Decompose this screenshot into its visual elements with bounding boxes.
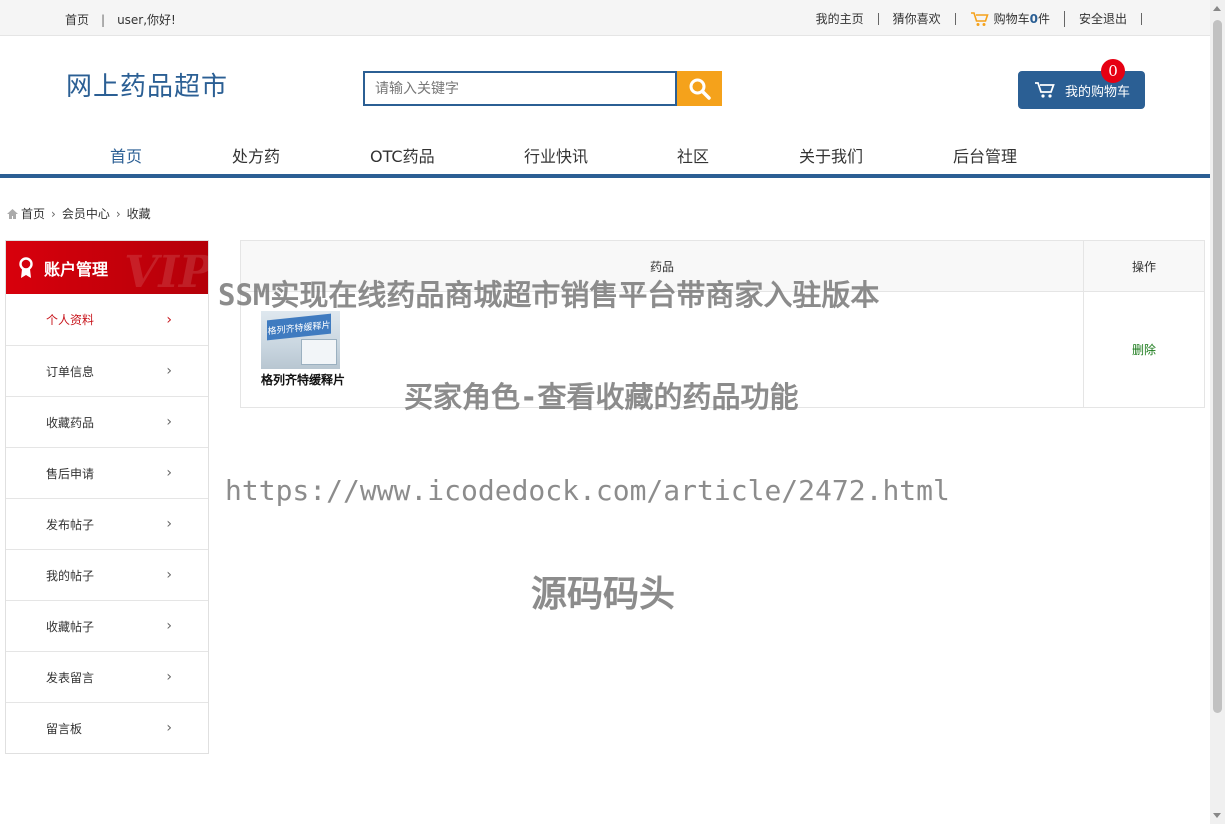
- sidebar-item-label: 发表留言: [46, 670, 95, 685]
- column-header-action: 操作: [1083, 240, 1205, 292]
- chevron-right-icon: ›: [51, 206, 56, 221]
- user-greeting: user,你好!: [117, 13, 176, 27]
- search-icon: [689, 78, 711, 100]
- breadcrumb: 首页 › 会员中心 › 收藏: [6, 205, 151, 222]
- sidebar-item-profile[interactable]: 个人资料 ›: [6, 294, 208, 345]
- main-nav: 首页 处方药 OTC药品 行业快讯 社区 关于我们 后台管理: [0, 133, 1210, 178]
- watermark-brand: 源码码头: [531, 574, 676, 615]
- top-cart-label: 购物车: [993, 12, 1030, 26]
- top-cart-suffix: 件: [1037, 12, 1050, 26]
- action-cell: 删除: [1083, 291, 1205, 408]
- top-cart-link[interactable]: 购物车 0 件: [956, 11, 1065, 27]
- search-bar: [363, 71, 722, 106]
- chevron-right-icon: ›: [166, 618, 172, 634]
- nav-prescription[interactable]: 处方药: [232, 143, 280, 167]
- chevron-right-icon: ›: [166, 311, 172, 328]
- chevron-right-icon: ›: [166, 669, 172, 685]
- top-home-link[interactable]: 首页: [65, 11, 89, 28]
- sidebar-header: 账户管理 VIP: [6, 241, 208, 294]
- site-logo[interactable]: 网上药品超市: [66, 66, 228, 103]
- my-cart-button[interactable]: 我的购物车 0: [1018, 59, 1145, 109]
- cart-count-badge: 0: [1101, 59, 1125, 83]
- cart-icon: [970, 12, 989, 26]
- product-thumbnail-label: 格列齐特缓释片: [267, 313, 331, 341]
- breadcrumb-favorites: 收藏: [126, 207, 151, 221]
- watermark-title: SSM实现在线药品商城超市销售平台带商家入驻版本: [218, 278, 880, 312]
- scroll-down-icon[interactable]: [1213, 813, 1221, 818]
- sidebar-item-after-sales[interactable]: 售后申请 ›: [6, 447, 208, 498]
- my-homepage-link[interactable]: 我的主页: [816, 13, 879, 25]
- sidebar-item-label: 留言板: [46, 721, 83, 736]
- watermark-subtitle: 买家角色-查看收藏的药品功能: [404, 380, 799, 414]
- scrollbar-thumb[interactable]: [1213, 20, 1222, 713]
- chevron-right-icon: ›: [166, 516, 172, 532]
- account-sidebar: 账户管理 VIP 个人资料 › 订单信息 › 收藏药品 › 售后申请 › 发布帖子 › 我…: [5, 240, 209, 754]
- top-divider: |: [101, 12, 106, 27]
- sidebar-item-favorite-drugs[interactable]: 收藏药品 ›: [6, 396, 208, 447]
- vip-watermark: VIP: [124, 247, 208, 294]
- top-cart-count: 0: [1029, 12, 1038, 26]
- chevron-right-icon: ›: [115, 206, 121, 221]
- breadcrumb-member-center[interactable]: 会员中心: [62, 205, 110, 222]
- sidebar-item-label: 个人资料: [46, 313, 95, 327]
- sidebar-item-label: 收藏帖子: [46, 619, 95, 634]
- nav-about[interactable]: 关于我们: [799, 143, 863, 167]
- sidebar-item-leave-message[interactable]: 发表留言 ›: [6, 651, 208, 702]
- sidebar-item-label: 我的帖子: [46, 568, 95, 583]
- sidebar-item-publish-post[interactable]: 发布帖子 ›: [6, 498, 208, 549]
- scroll-up-icon[interactable]: [1213, 6, 1221, 11]
- nav-home[interactable]: 首页: [110, 143, 142, 167]
- my-cart-label: 我的购物车: [1065, 84, 1131, 100]
- delete-link[interactable]: 删除: [1132, 343, 1156, 357]
- logout-link[interactable]: 安全退出: [1065, 13, 1142, 25]
- product-thumbnail[interactable]: 格列齐特缓释片: [261, 311, 340, 369]
- sidebar-item-label: 售后申请: [46, 466, 95, 481]
- sidebar-item-label: 收藏药品: [46, 415, 95, 430]
- breadcrumb-home[interactable]: 首页: [21, 205, 45, 222]
- top-bar-right: 我的主页 猜你喜欢 购物车 0 件 安全退出: [816, 11, 1142, 27]
- chevron-right-icon: ›: [166, 414, 172, 430]
- search-input[interactable]: [363, 71, 677, 106]
- guess-you-like-link[interactable]: 猜你喜欢: [879, 13, 956, 25]
- watermark-url: https://www.icodedock.com/article/2472.h…: [225, 474, 950, 507]
- chevron-right-icon: ›: [166, 465, 172, 481]
- nav-news[interactable]: 行业快讯: [524, 143, 588, 167]
- sidebar-item-message-board[interactable]: 留言板 ›: [6, 702, 208, 753]
- top-bar-left: 首页 | user,你好!: [65, 11, 176, 28]
- sidebar-item-my-posts[interactable]: 我的帖子 ›: [6, 549, 208, 600]
- chevron-right-icon: ›: [166, 363, 172, 379]
- sidebar-item-label: 订单信息: [46, 364, 95, 379]
- nav-otc[interactable]: OTC药品: [370, 143, 435, 167]
- search-button[interactable]: [677, 71, 722, 106]
- chevron-right-icon: ›: [166, 567, 172, 583]
- sidebar-title: 账户管理: [44, 259, 109, 279]
- home-icon: [7, 208, 18, 219]
- nav-admin[interactable]: 后台管理: [953, 143, 1017, 167]
- medal-icon: [19, 256, 33, 278]
- vertical-scrollbar[interactable]: [1210, 0, 1225, 824]
- cart-icon: [1035, 82, 1055, 98]
- sidebar-item-orders[interactable]: 订单信息 ›: [6, 345, 208, 396]
- sidebar-item-favorite-posts[interactable]: 收藏帖子 ›: [6, 600, 208, 651]
- top-bar: 首页 | user,你好! 我的主页 猜你喜欢 购物车 0 件 安全退出: [0, 0, 1210, 36]
- sidebar-item-label: 发布帖子: [46, 517, 95, 532]
- chevron-right-icon: ›: [166, 720, 172, 736]
- nav-community[interactable]: 社区: [677, 143, 709, 167]
- package-shape: [301, 339, 337, 365]
